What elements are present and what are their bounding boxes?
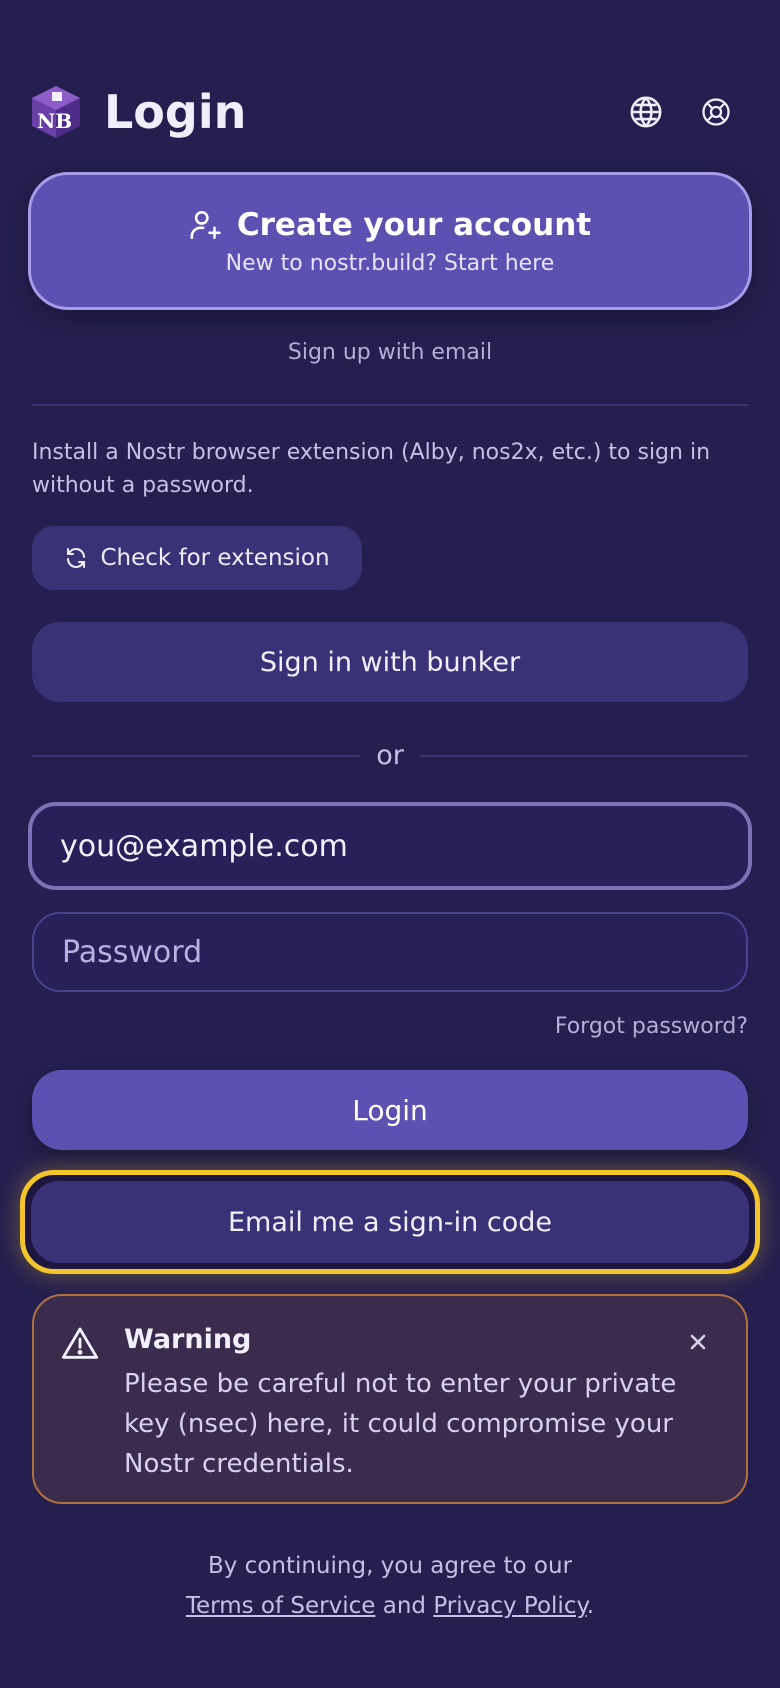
svg-text:NB: NB [37,109,72,133]
privacy-policy-link[interactable]: Privacy Policy [433,1593,586,1619]
language-button[interactable] [626,92,666,132]
warning-title: Warning [124,1324,252,1355]
create-account-row: Create your account [189,207,591,243]
login-button[interactable]: Login [32,1070,748,1150]
email-code-focus-ring: Email me a sign-in code [20,1170,760,1274]
warning-message: Please be careful not to enter your priv… [124,1369,677,1479]
page-title: Login [104,85,247,139]
footer-prefix: By continuing, you agree to our [207,1553,573,1579]
footer-suffix: . [586,1593,595,1619]
footer-conjunction: and [382,1593,427,1619]
refresh-icon [67,548,86,568]
check-extension-button[interactable]: Check for extension [32,526,362,590]
nostr-build-logo: NB [30,84,82,140]
or-separator: or [32,736,748,776]
close-icon [690,1334,706,1350]
user-plus-icon [190,210,221,239]
help-button[interactable] [696,92,736,132]
check-extension-label: Check for extension [100,545,330,571]
create-account-title: Create your account [236,206,592,243]
legal-footer: By continuing, you agree to our Terms of… [0,1546,780,1626]
header: NB Login [30,80,750,144]
forgot-password-link[interactable]: Forgot password? [555,1014,748,1039]
create-account-button[interactable]: Create your account New to nostr.build? … [28,172,752,310]
email-sign-in-code-button[interactable]: Email me a sign-in code [31,1181,749,1263]
warning-alert: Warning Please be careful not to enter y… [32,1294,748,1504]
globe-icon [630,96,662,128]
close-warning-button[interactable] [684,1328,712,1356]
email-input[interactable] [28,802,752,890]
sign-in-bunker-button[interactable]: Sign in with bunker [32,622,748,702]
login-page: NB Login Create your account New to nost… [0,0,780,1688]
footer-links-row: Terms of Service and Privacy Policy. [0,1586,780,1626]
terms-of-service-link[interactable]: Terms of Service [186,1593,376,1619]
divider [32,404,748,406]
password-input[interactable] [32,912,748,992]
extension-description: Install a Nostr browser extension (Alby,… [32,440,711,498]
separator-line-right [420,755,748,757]
create-account-subtitle: New to nostr.build? Start here [225,250,555,276]
signup-with-email-link[interactable]: Sign up with email [0,340,780,365]
warning-triangle-icon [61,1327,99,1359]
lifebuoy-icon [702,98,730,126]
